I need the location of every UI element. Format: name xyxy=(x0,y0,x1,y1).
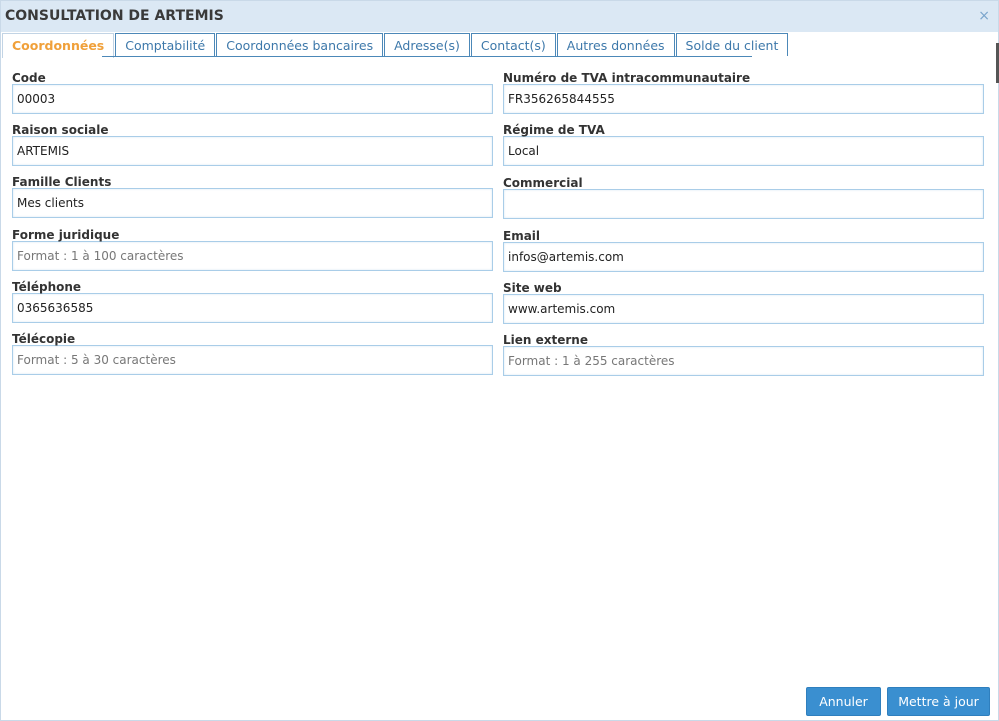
telecopie-input[interactable] xyxy=(12,345,493,375)
tab-contacts[interactable]: Contact(s) xyxy=(470,33,556,56)
famille-clients-input[interactable] xyxy=(12,188,493,218)
telephone-input[interactable] xyxy=(12,293,493,323)
field-lien-externe: Lien externe xyxy=(503,333,984,376)
field-regime-tva: Régime de TVA xyxy=(503,123,984,166)
field-commercial: Commercial xyxy=(503,176,984,219)
tva-intra-input[interactable] xyxy=(503,84,984,114)
regime-tva-input[interactable] xyxy=(503,136,984,166)
tab-coordonnees-bancaires[interactable]: Coordonnées bancaires xyxy=(216,33,384,56)
tab-adresses[interactable]: Adresse(s) xyxy=(384,33,470,56)
code-input[interactable] xyxy=(12,84,493,114)
field-famille-clients: Famille Clients xyxy=(12,175,493,218)
client-dialog: CONSULTATION DE ARTEMIS × Coordonnées Co… xyxy=(0,0,999,721)
close-icon[interactable]: × xyxy=(978,7,990,25)
cancel-button[interactable]: Annuler xyxy=(806,687,881,716)
field-email: Email xyxy=(503,229,984,272)
field-tva-intra: Numéro de TVA intracommunautaire xyxy=(503,71,984,114)
field-site-web: Site web xyxy=(503,281,984,324)
field-telephone: Téléphone xyxy=(12,280,493,323)
commercial-input[interactable] xyxy=(503,189,984,219)
field-raison-sociale: Raison sociale xyxy=(12,123,493,166)
field-code: Code xyxy=(12,71,493,114)
lien-externe-input[interactable] xyxy=(503,346,984,376)
tab-solde-du-client[interactable]: Solde du client xyxy=(675,33,789,56)
tab-coordonnees[interactable]: Coordonnées xyxy=(2,33,115,58)
field-telecopie: Télécopie xyxy=(12,332,493,375)
email-input[interactable] xyxy=(503,242,984,272)
update-button[interactable]: Mettre à jour xyxy=(887,687,990,716)
tab-autres-donnees[interactable]: Autres données xyxy=(556,33,675,56)
raison-sociale-input[interactable] xyxy=(12,136,493,166)
field-forme-juridique: Forme juridique xyxy=(12,228,493,271)
tab-underline xyxy=(102,56,752,57)
tab-comptabilite[interactable]: Comptabilité xyxy=(115,33,216,56)
dialog-title: CONSULTATION DE ARTEMIS xyxy=(5,8,224,24)
site-web-input[interactable] xyxy=(503,294,984,324)
tab-bar: Coordonnées Comptabilité Coordonnées ban… xyxy=(2,33,789,58)
title-bar: CONSULTATION DE ARTEMIS × xyxy=(1,1,998,32)
forme-juridique-input[interactable] xyxy=(12,241,493,271)
